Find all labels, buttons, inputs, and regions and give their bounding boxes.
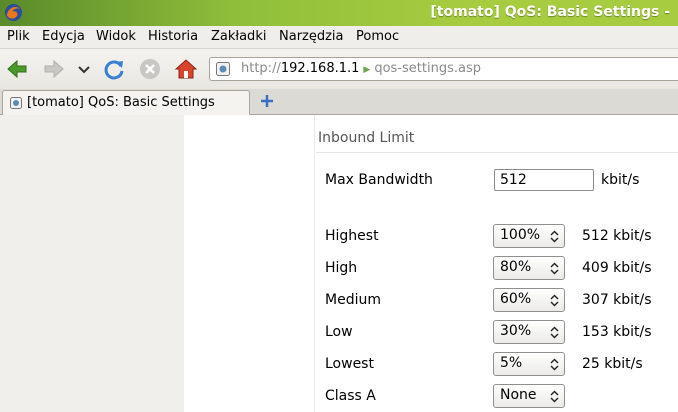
class-label-highest: Highest: [325, 228, 379, 244]
max-bandwidth-input[interactable]: [494, 169, 594, 191]
back-button[interactable]: [4, 56, 30, 82]
url-protocol: http://: [241, 61, 281, 76]
url-host: 192.168.1.1: [280, 61, 360, 76]
url-separator-icon: ▶: [363, 65, 371, 75]
url-text: http://192.168.1.1 ▶ qos-settings.asp: [241, 61, 481, 76]
menu-edycja[interactable]: Edycja: [42, 29, 85, 44]
url-path: qos-settings.asp: [374, 61, 481, 76]
reload-button[interactable]: [101, 56, 127, 82]
firefox-logo-icon: [4, 3, 23, 22]
class-label-medium: Medium: [325, 292, 381, 308]
class-rate-high: 409 kbit/s: [582, 260, 652, 276]
class-label-low: Low: [325, 324, 353, 340]
left-sidebar-panel: [0, 115, 184, 412]
menu-narzedzia[interactable]: Narzędzia: [279, 29, 344, 44]
section-title: Inbound Limit: [318, 130, 415, 146]
page-content: Inbound Limit Max Bandwidth kbit/s Highe…: [0, 115, 678, 412]
select-arrows-icon: [550, 230, 559, 243]
content-divider: [314, 115, 315, 412]
window-title: [tomato] QoS: Basic Settings -: [430, 4, 670, 20]
new-tab-plus-icon[interactable]: [258, 92, 276, 110]
class-rate-medium: 307 kbit/s: [582, 292, 652, 308]
select-arrows-icon: [550, 390, 559, 403]
class-rate-low: 153 kbit/s: [582, 324, 652, 340]
forward-arrow-icon: [44, 59, 64, 79]
menu-plik[interactable]: Plik: [7, 29, 30, 44]
tab-bar: [tomato] QoS: Basic Settings: [0, 89, 678, 115]
forward-button[interactable]: [41, 56, 67, 82]
class-label-lowest: Lowest: [325, 356, 374, 372]
class-rate-highest: 512 kbit/s: [582, 228, 652, 244]
url-bar[interactable]: http://192.168.1.1 ▶ qos-settings.asp: [209, 57, 678, 81]
class-rate-lowest: 25 kbit/s: [582, 356, 643, 372]
class-select-medium[interactable]: 60%: [493, 288, 565, 312]
select-value: 80%: [500, 259, 532, 275]
menu-pomoc[interactable]: Pomoc: [356, 29, 399, 44]
tab-page-icon: [10, 97, 22, 109]
select-arrows-icon: [550, 358, 559, 371]
window-titlebar: [tomato] QoS: Basic Settings -: [0, 0, 678, 26]
home-icon: [174, 59, 198, 79]
home-button[interactable]: [173, 56, 199, 82]
reload-icon: [104, 60, 124, 80]
class-select-low[interactable]: 30%: [493, 320, 565, 344]
tab-label: [tomato] QoS: Basic Settings: [27, 95, 215, 110]
menu-zakladki[interactable]: Zakładki: [211, 29, 266, 44]
section-underline: [316, 152, 678, 153]
menu-historia[interactable]: Historia: [148, 29, 198, 44]
stop-button[interactable]: [137, 56, 163, 82]
select-value: 60%: [500, 291, 532, 307]
tab-qos-basic-settings[interactable]: [tomato] QoS: Basic Settings: [2, 90, 250, 115]
select-arrows-icon: [550, 262, 559, 275]
select-value: 100%: [500, 227, 541, 243]
select-value: 5%: [500, 355, 523, 371]
menu-widok[interactable]: Widok: [96, 29, 136, 44]
class-select-high[interactable]: 80%: [493, 256, 565, 280]
class-select-highest[interactable]: 100%: [493, 224, 565, 248]
max-bandwidth-unit: kbit/s: [601, 172, 640, 188]
history-dropdown-button[interactable]: [71, 56, 97, 82]
chevron-down-icon: [78, 66, 90, 74]
class-label-class-a: Class A: [325, 388, 376, 404]
stop-icon: [140, 59, 160, 79]
select-arrows-icon: [550, 326, 559, 339]
max-bandwidth-label: Max Bandwidth: [325, 172, 433, 188]
select-arrows-icon: [550, 294, 559, 307]
class-select-class-a[interactable]: None: [493, 384, 565, 408]
back-arrow-icon: [7, 59, 27, 79]
select-value: None: [500, 387, 537, 403]
menu-bar: Plik Edycja Widok Historia Zakładki Narz…: [0, 26, 678, 49]
class-label-high: High: [325, 260, 358, 276]
select-value: 30%: [500, 323, 532, 339]
page-icon: [216, 62, 230, 76]
class-select-lowest[interactable]: 5%: [493, 352, 565, 376]
